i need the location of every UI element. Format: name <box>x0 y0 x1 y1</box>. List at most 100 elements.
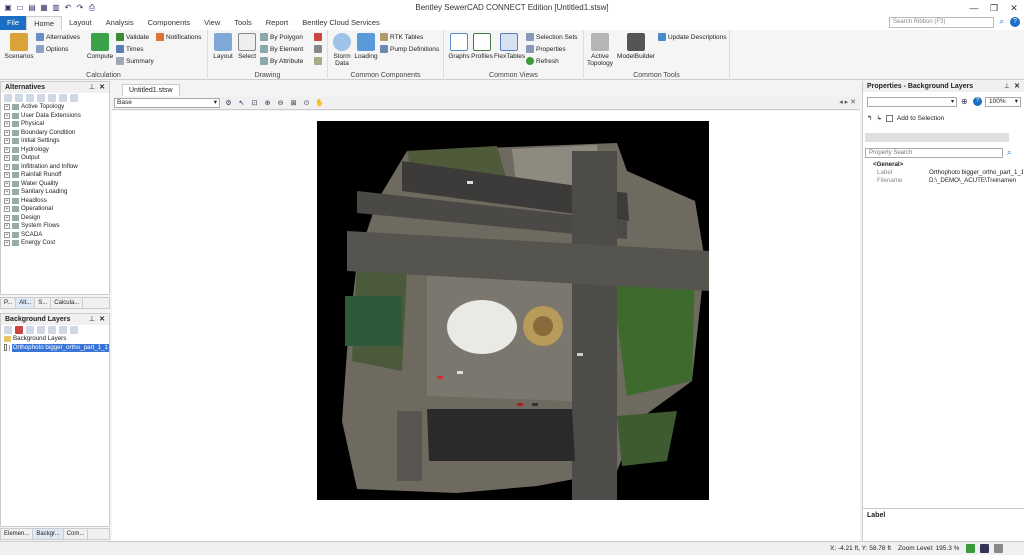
select-cursor-icon[interactable]: ↖ <box>237 99 246 108</box>
delete-icon[interactable] <box>15 326 23 334</box>
alternative-item[interactable]: + Infiltration and Inflow <box>1 163 109 172</box>
close-icon[interactable]: ✕ <box>1014 81 1020 92</box>
save-all-icon[interactable]: ▥ <box>51 3 61 13</box>
property-search-input[interactable]: Property Search <box>865 148 1003 158</box>
modelbuilder-button[interactable]: ModelBuilder <box>616 33 656 60</box>
undo-icon[interactable]: ↶ <box>63 3 73 13</box>
tab-background-layers[interactable]: Backgr... <box>33 529 64 539</box>
zoom-previous-icon[interactable]: ⊙ <box>302 99 311 108</box>
back-icon[interactable]: ↰ <box>867 114 872 122</box>
tab-bentley-cloud-services[interactable]: Bentley Cloud Services <box>295 16 387 30</box>
zoom-extents-icon[interactable]: ⊠ <box>289 99 298 108</box>
expand-icon[interactable]: + <box>4 240 10 247</box>
alternatives-button[interactable]: Alternatives <box>36 33 80 41</box>
move-down-icon[interactable] <box>59 326 67 334</box>
tab-home[interactable]: Home <box>26 16 63 30</box>
tab-analysis[interactable]: Analysis <box>99 16 141 30</box>
move-up-icon[interactable] <box>48 326 56 334</box>
element-select[interactable]: ▾ <box>867 97 957 107</box>
edit-icon[interactable] <box>26 326 34 334</box>
tab-tools[interactable]: Tools <box>227 16 259 30</box>
delete-icon[interactable] <box>15 94 23 102</box>
by-attribute-button[interactable]: By Attribute <box>260 57 303 65</box>
help-icon[interactable] <box>70 94 78 102</box>
alternative-item[interactable]: + Operational <box>1 205 109 214</box>
notifications-button[interactable]: Notifications <box>156 33 201 41</box>
new-layer-icon[interactable] <box>4 326 12 334</box>
ribbon-search-input[interactable]: Search Ribbon (F3) <box>889 17 994 28</box>
search-icon[interactable]: ⌕ <box>1000 17 1004 27</box>
close-icon[interactable]: ✕ <box>99 314 105 325</box>
alternative-item[interactable]: + Headloss <box>1 197 109 206</box>
expand-icon[interactable]: + <box>4 206 10 213</box>
scenarios-button[interactable]: Scenarios <box>4 33 34 60</box>
property-row[interactable]: Label Orthophoto bigger_ortho_part_1_1 <box>865 169 1023 177</box>
background-layer-item[interactable]: Orthophoto bigger_ortho_part_1_1 <box>1 343 109 352</box>
tab-element-symbology[interactable]: Elemen... <box>1 529 34 539</box>
expand-icon[interactable]: + <box>4 189 10 196</box>
pin-icon[interactable]: ⊥ <box>89 82 95 93</box>
active-topology-button[interactable]: Active Topology <box>586 33 614 67</box>
validate-button[interactable]: Validate <box>116 33 149 41</box>
scenario-select[interactable]: Base ▾ <box>114 98 220 108</box>
alternative-item[interactable]: + Hydrology <box>1 146 109 155</box>
print-icon[interactable]: ⎙ <box>87 3 97 13</box>
properties-icon[interactable] <box>70 326 78 334</box>
help-icon[interactable]: ? <box>973 97 982 106</box>
refresh-button[interactable]: Refresh <box>526 57 559 65</box>
options-button[interactable]: Options <box>36 45 68 53</box>
alternative-item[interactable]: + System Flows <box>1 222 109 231</box>
properties-icon[interactable] <box>37 94 45 102</box>
forward-icon[interactable]: ↳ <box>876 114 881 122</box>
graphs-button[interactable]: Graphs <box>447 33 471 60</box>
close-icon[interactable]: ✕ <box>99 82 105 93</box>
expand-icon[interactable]: + <box>4 104 10 111</box>
expand-icon[interactable] <box>48 94 56 102</box>
save-status-icon[interactable] <box>980 544 989 553</box>
by-polygon-button[interactable]: By Polygon <box>260 33 303 41</box>
minimize-button[interactable]: — <box>964 0 984 16</box>
tab-alternatives[interactable]: Alt... <box>16 298 36 308</box>
update-descriptions-button[interactable]: Update Descriptions <box>658 33 727 41</box>
loading-button[interactable]: Loading <box>354 33 378 60</box>
help-icon[interactable]: ? <box>1010 17 1020 27</box>
expand-icon[interactable]: + <box>4 138 10 145</box>
expand-icon[interactable]: + <box>4 223 10 230</box>
profiles-button[interactable]: Profiles <box>470 33 494 60</box>
alternative-item[interactable]: + Sanitary Loading <box>1 188 109 197</box>
alternative-item[interactable]: + Water Quality <box>1 180 109 189</box>
close-button[interactable]: ✕ <box>1004 0 1024 16</box>
tab-report[interactable]: Report <box>259 16 296 30</box>
alternative-item[interactable]: + Boundary Condition <box>1 129 109 138</box>
pan-icon[interactable]: ✋ <box>315 99 324 108</box>
selection-sets-button[interactable]: Selection Sets <box>526 33 578 41</box>
alternative-item[interactable]: + Output <box>1 154 109 163</box>
document-tab[interactable]: Untitled1.stsw <box>122 84 180 96</box>
tab-scenarios[interactable]: S... <box>35 298 52 308</box>
alternative-item[interactable]: + SCADA <box>1 231 109 240</box>
alternative-item[interactable]: + User Data Extensions <box>1 112 109 121</box>
tab-layout[interactable]: Layout <box>62 16 99 30</box>
properties-button[interactable]: Properties <box>526 45 566 53</box>
cut-tool-button[interactable] <box>314 45 322 53</box>
search-icon[interactable]: ⌕ <box>1007 148 1011 158</box>
expand-icon[interactable]: + <box>4 121 10 128</box>
pump-definitions-button[interactable]: Pump Definitions <box>380 45 439 53</box>
expand-icon[interactable]: + <box>4 129 10 136</box>
open-icon[interactable]: ▤ <box>27 3 37 13</box>
add-to-selection-checkbox[interactable] <box>885 114 893 122</box>
maximize-button[interactable]: ❐ <box>984 0 1004 16</box>
document-nav-icons[interactable]: ◂ ▸ ✕ <box>839 98 856 106</box>
expand-icon[interactable]: + <box>4 172 10 179</box>
by-element-button[interactable]: By Element <box>260 45 303 53</box>
zoom-icon[interactable] <box>37 326 45 334</box>
settings-status-icon[interactable] <box>994 544 1003 553</box>
tab-components[interactable]: Components <box>141 16 198 30</box>
new-icon[interactable] <box>4 94 12 102</box>
zoom-out-icon[interactable]: ⊖ <box>276 99 285 108</box>
drawing-canvas[interactable] <box>112 111 860 541</box>
report-icon[interactable] <box>59 94 67 102</box>
zoom-window-icon[interactable]: ⊡ <box>250 99 259 108</box>
alternative-item[interactable]: + Physical <box>1 120 109 129</box>
tab-view[interactable]: View <box>197 16 227 30</box>
